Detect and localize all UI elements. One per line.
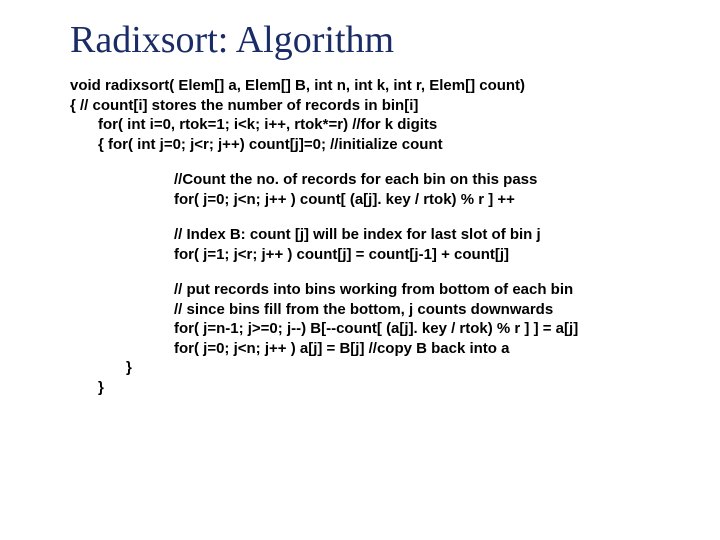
code-block: void radixsort( Elem[] a, Elem[] B, int … [70, 76, 680, 397]
code-line: //Count the no. of records for each bin … [174, 170, 680, 190]
code-line: void radixsort( Elem[] a, Elem[] B, int … [70, 76, 680, 96]
code-line: // Index B: count [j] will be index for … [174, 225, 680, 245]
code-line: for( j=0; j<n; j++ ) count[ (a[j]. key /… [174, 190, 680, 210]
code-line: for( j=n-1; j>=0; j--) B[--count[ (a[j].… [174, 319, 680, 339]
code-line: } [126, 358, 680, 378]
code-line: for( j=0; j<n; j++ ) a[j] = B[j] //copy … [174, 339, 680, 359]
code-line: // since bins fill from the bottom, j co… [174, 300, 680, 320]
slide-title: Radixsort: Algorithm [70, 18, 680, 62]
code-line: for( int i=0, rtok=1; i<k; i++, rtok*=r)… [98, 115, 680, 135]
code-line: for( j=1; j<r; j++ ) count[j] = count[j-… [174, 245, 680, 265]
code-line: // put records into bins working from bo… [174, 280, 680, 300]
code-line: { // count[i] stores the number of recor… [70, 96, 680, 116]
slide: Radixsort: Algorithm void radixsort( Ele… [0, 0, 720, 417]
code-line: { for( int j=0; j<r; j++) count[j]=0; //… [98, 135, 680, 155]
code-line: } [98, 378, 680, 398]
